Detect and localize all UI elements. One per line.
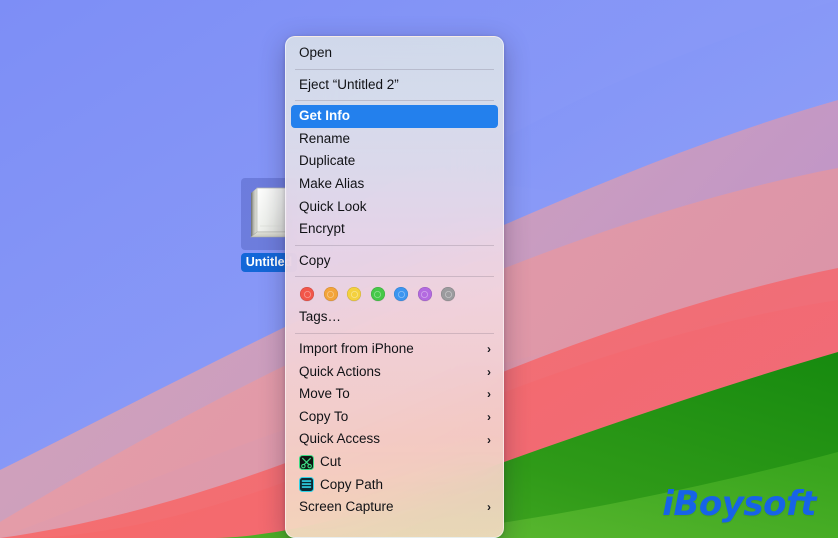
menu-item-label: Tags… xyxy=(299,309,342,325)
menu-separator xyxy=(295,244,494,246)
menu-tag-colors[interactable] xyxy=(286,281,503,306)
chevron-right-icon: › xyxy=(487,500,491,515)
menu-item-import-from-iphone[interactable]: Import from iPhone › xyxy=(291,338,498,361)
menu-item-open[interactable]: Open xyxy=(291,42,498,65)
menu-item-label: Cut xyxy=(320,453,342,469)
menu-item-copy-to[interactable]: Copy To › xyxy=(291,406,498,429)
finder-context-menu[interactable]: Open Eject “Untitled 2” Get Info Rename … xyxy=(285,36,504,538)
chevron-right-icon: › xyxy=(487,432,491,447)
tag-yellow-icon[interactable] xyxy=(347,287,361,302)
menu-item-copy-path[interactable]: Copy Path xyxy=(291,474,498,497)
menu-item-label: Encrypt xyxy=(299,221,345,237)
menu-item-quick-actions[interactable]: Quick Actions › xyxy=(291,361,498,384)
tag-gray-icon[interactable] xyxy=(441,287,455,302)
copy-path-icon xyxy=(299,477,314,493)
iboysoft-watermark: iBoysoft xyxy=(662,484,816,524)
menu-separator xyxy=(295,68,494,70)
chevron-right-icon: › xyxy=(487,410,491,425)
menu-separator xyxy=(295,100,494,102)
desktop: Untitled Open Eject “Untitled 2” Get Inf… xyxy=(0,0,838,538)
tag-orange-icon[interactable] xyxy=(323,287,338,302)
menu-item-label: Move To xyxy=(299,386,350,402)
chevron-right-icon: › xyxy=(487,342,491,357)
menu-item-label: Make Alias xyxy=(299,175,365,191)
menu-item-label: Copy xyxy=(299,252,331,268)
menu-item-screen-capture[interactable]: Screen Capture › xyxy=(291,496,498,519)
menu-item-make-alias[interactable]: Make Alias xyxy=(291,173,498,196)
chevron-right-icon: › xyxy=(487,364,491,379)
menu-item-label: Screen Capture xyxy=(299,499,394,515)
menu-item-tags[interactable]: Tags… xyxy=(291,306,498,329)
menu-separator xyxy=(295,332,494,334)
chevron-right-icon: › xyxy=(487,387,491,402)
menu-item-label: Quick Look xyxy=(299,198,367,214)
tag-blue-icon[interactable] xyxy=(394,287,408,302)
menu-item-get-info[interactable]: Get Info xyxy=(291,105,498,128)
menu-item-label: Open xyxy=(299,45,333,60)
menu-item-duplicate[interactable]: Duplicate xyxy=(291,150,498,173)
menu-item-label: Duplicate xyxy=(299,153,356,169)
menu-item-quick-look[interactable]: Quick Look xyxy=(291,196,498,219)
menu-item-label: Quick Actions xyxy=(299,363,381,379)
menu-item-label: Eject “Untitled 2” xyxy=(299,76,399,92)
menu-item-encrypt[interactable]: Encrypt xyxy=(291,218,498,241)
menu-item-label: Quick Access xyxy=(299,431,381,447)
menu-item-rename[interactable]: Rename xyxy=(291,128,498,151)
menu-item-move-to[interactable]: Move To › xyxy=(291,383,498,406)
menu-separator xyxy=(295,276,494,278)
menu-item-label: Copy To xyxy=(299,408,349,424)
tag-green-icon[interactable] xyxy=(370,287,385,302)
tag-purple-icon[interactable] xyxy=(417,287,432,302)
menu-item-eject[interactable]: Eject “Untitled 2” xyxy=(291,74,498,97)
menu-item-quick-access[interactable]: Quick Access › xyxy=(291,428,498,451)
menu-item-label: Copy Path xyxy=(320,476,384,492)
menu-item-label: Import from iPhone xyxy=(299,340,414,356)
menu-item-cut[interactable]: Cut xyxy=(291,451,498,474)
menu-item-label: Rename xyxy=(299,130,351,146)
tag-red-icon[interactable] xyxy=(300,287,314,302)
menu-item-label: Get Info xyxy=(299,108,350,124)
menu-item-copy[interactable]: Copy xyxy=(291,250,498,273)
scissors-icon xyxy=(299,454,314,470)
